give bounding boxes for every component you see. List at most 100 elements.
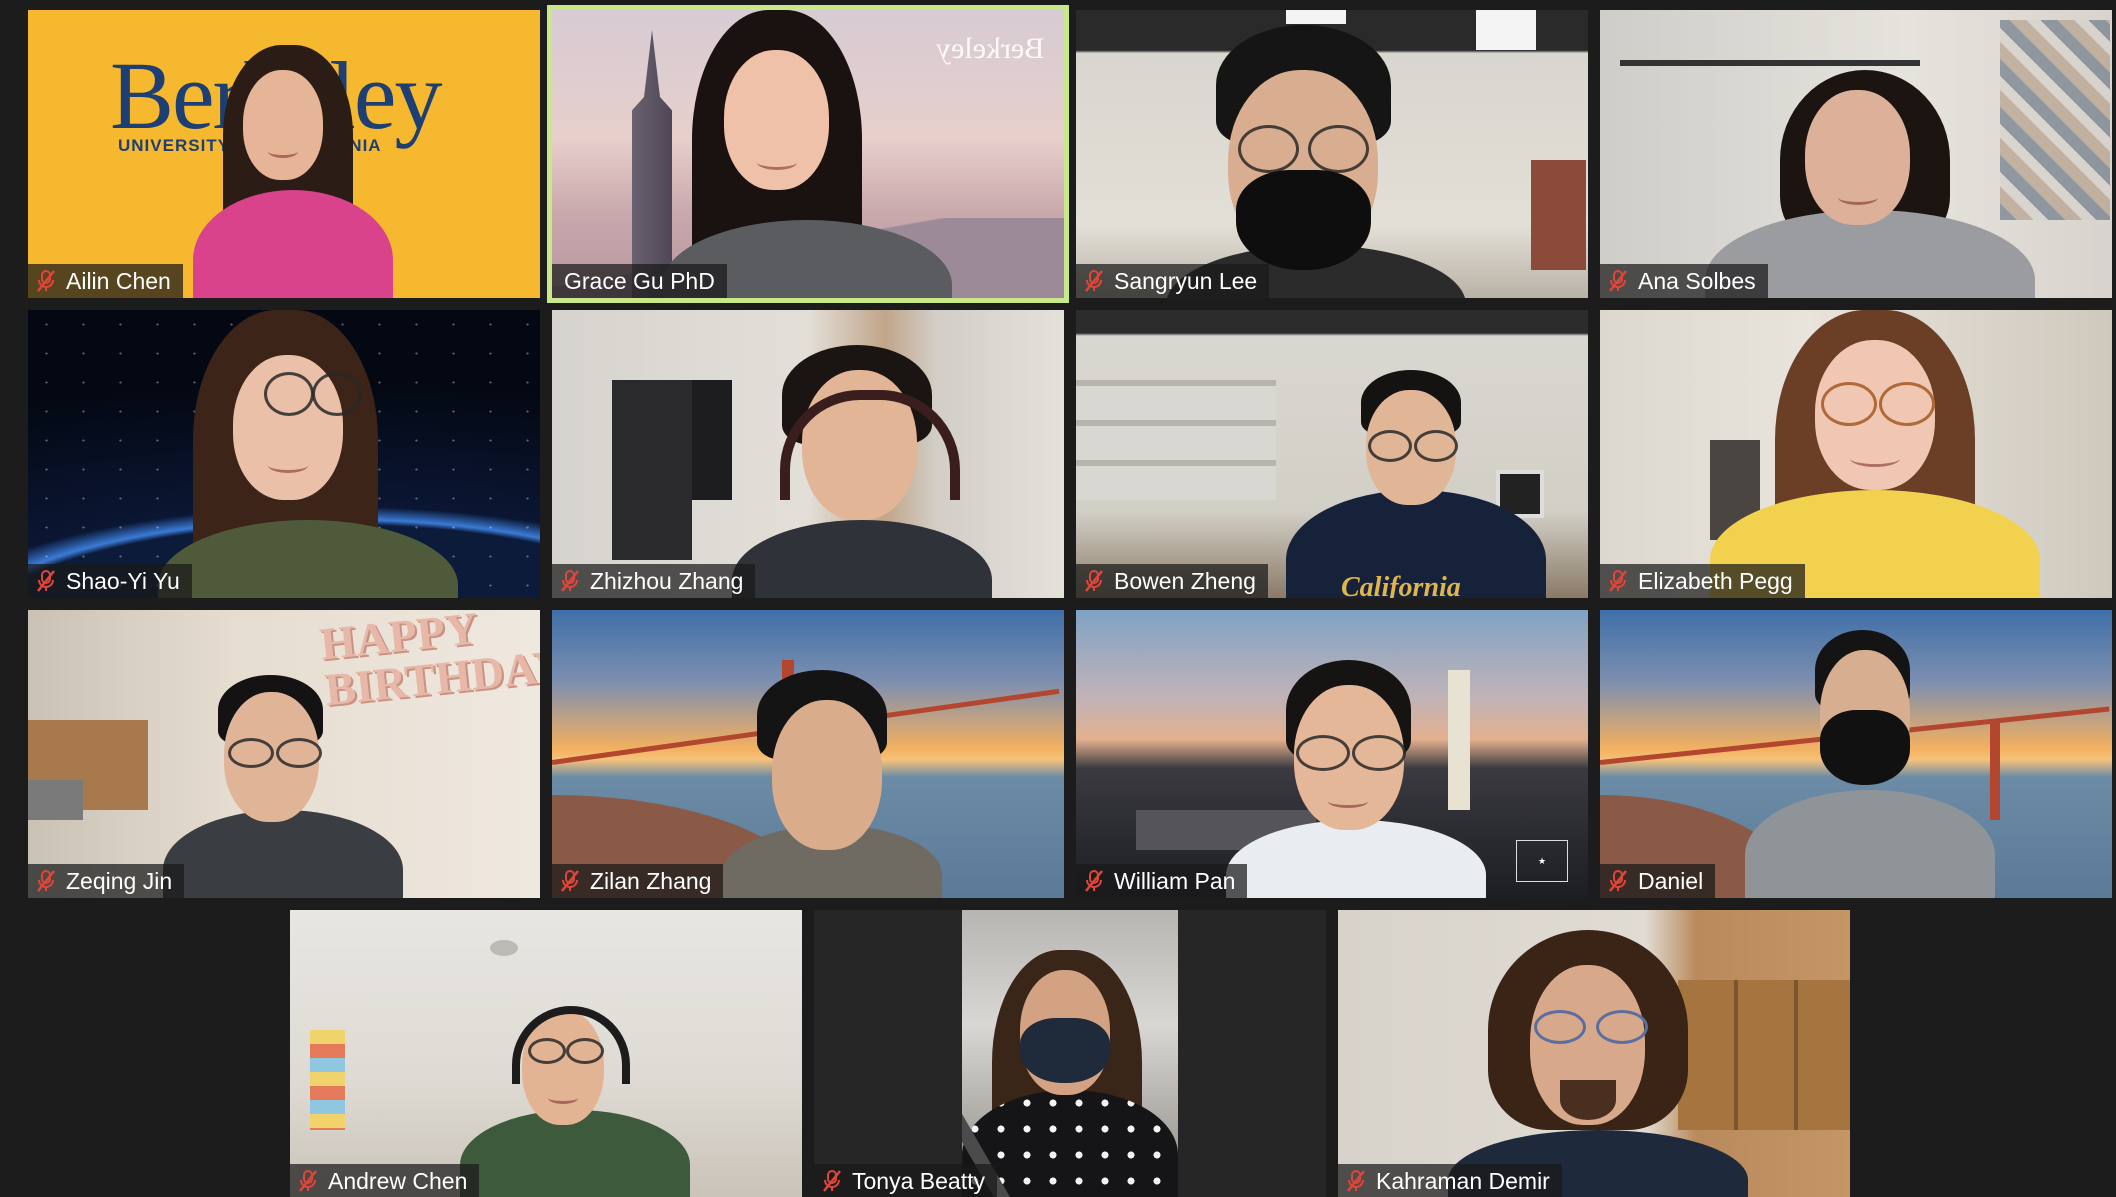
lab-shelves bbox=[1076, 380, 1276, 500]
shirt-text: California bbox=[1341, 572, 1461, 598]
participant-nametag: Bowen Zheng bbox=[1076, 564, 1268, 598]
participant-smile bbox=[1850, 450, 1900, 467]
glasses-right-lens bbox=[312, 372, 362, 416]
microwave bbox=[28, 780, 83, 820]
glasses-right-lens bbox=[1308, 125, 1369, 173]
video-tile-zhizhou-zhang[interactable]: Zhizhou Zhang bbox=[552, 310, 1064, 598]
participant-name: Zhizhou Zhang bbox=[590, 567, 744, 594]
participant-name: William Pan bbox=[1114, 867, 1236, 894]
room-door bbox=[1531, 160, 1586, 270]
video-tile-shao-yi-yu[interactable]: Shao-Yi Yu bbox=[28, 310, 540, 598]
microphone-muted-icon bbox=[37, 570, 55, 592]
participant-face bbox=[772, 700, 882, 850]
glasses-right-lens bbox=[1414, 430, 1458, 462]
microphone-muted-icon bbox=[1347, 1170, 1365, 1192]
participant-smile bbox=[757, 155, 797, 170]
video-tile-grace-gu[interactable]: Berkeley Grace Gu PhD bbox=[552, 10, 1064, 298]
video-tile-tonya-beatty[interactable]: Tonya Beatty bbox=[814, 910, 1326, 1197]
ceiling-light bbox=[490, 940, 518, 956]
light-the-way-logo: ★ bbox=[1516, 840, 1568, 882]
participant-name: Ailin Chen bbox=[66, 267, 171, 294]
participant-nametag: Andrew Chen bbox=[290, 1164, 480, 1197]
zoom-gallery-view: Berkeley UNIVERSITY OF CALIFORNIA Ailin … bbox=[0, 0, 2116, 1197]
participant-nametag: Zilan Zhang bbox=[552, 864, 724, 898]
participant-name: Ana Solbes bbox=[1638, 267, 1756, 294]
glasses-left-lens bbox=[528, 1038, 566, 1064]
glasses-right-lens bbox=[1879, 382, 1935, 426]
microphone-muted-icon bbox=[1085, 870, 1103, 892]
hanging-clothes bbox=[692, 380, 732, 500]
video-tile-zeqing-jin[interactable]: HAPPY BIRTHDAY Zeqing Jin bbox=[28, 610, 540, 898]
hanging-clothes bbox=[612, 380, 692, 560]
glasses-left-lens bbox=[1368, 430, 1412, 462]
video-tile-william-pan[interactable]: ★ William Pan bbox=[1076, 610, 1588, 898]
microphone-muted-icon bbox=[37, 870, 55, 892]
microphone-muted-icon bbox=[1609, 570, 1627, 592]
curtain-rod bbox=[1620, 60, 1920, 66]
video-tile-ailin-chen[interactable]: Berkeley UNIVERSITY OF CALIFORNIA Ailin … bbox=[28, 10, 540, 298]
participant-name: Shao-Yi Yu bbox=[66, 567, 180, 594]
microphone-muted-icon bbox=[1609, 270, 1627, 292]
participant-name: Kahraman Demir bbox=[1376, 1167, 1550, 1194]
participant-nametag: Shao-Yi Yu bbox=[28, 564, 192, 598]
participant-nametag: Zhizhou Zhang bbox=[552, 564, 756, 598]
participant-beard bbox=[1560, 1080, 1616, 1120]
video-tile-zilan-zhang[interactable]: Zilan Zhang bbox=[552, 610, 1064, 898]
microphone-muted-icon bbox=[561, 870, 579, 892]
glasses-left-lens bbox=[1296, 735, 1350, 771]
participant-nametag: Ana Solbes bbox=[1600, 264, 1768, 298]
face-mask bbox=[1020, 1018, 1110, 1083]
ceiling-light bbox=[1476, 10, 1536, 50]
glasses-right-lens bbox=[276, 738, 322, 768]
campanile-tower bbox=[1448, 670, 1470, 810]
participant-smile bbox=[268, 458, 308, 473]
participant-name: Andrew Chen bbox=[328, 1167, 468, 1194]
wall-poster bbox=[310, 1030, 345, 1130]
participant-name: Elizabeth Pegg bbox=[1638, 567, 1793, 594]
ceiling-light bbox=[1286, 10, 1346, 24]
glasses-right-lens bbox=[566, 1038, 604, 1064]
microphone-muted-icon bbox=[561, 570, 579, 592]
participant-smile bbox=[548, 1092, 578, 1104]
glasses-right-lens bbox=[1596, 1010, 1648, 1044]
participant-nametag: Elizabeth Pegg bbox=[1600, 564, 1805, 598]
glasses-left-lens bbox=[1821, 382, 1877, 426]
kitchen-cabinets bbox=[1678, 980, 1850, 1130]
video-tile-kahraman-demir[interactable]: Kahraman Demir bbox=[1338, 910, 1850, 1197]
video-tile-sangryun-lee[interactable]: Sangryun Lee bbox=[1076, 10, 1588, 298]
participant-name: Bowen Zheng bbox=[1114, 567, 1256, 594]
microphone-muted-icon bbox=[299, 1170, 317, 1192]
microphone-muted-icon bbox=[823, 1170, 841, 1192]
face-mask bbox=[1236, 170, 1371, 270]
participant-name: Sangryun Lee bbox=[1114, 267, 1258, 294]
participant-nametag: Ailin Chen bbox=[28, 264, 183, 298]
microphone-muted-icon bbox=[1085, 570, 1103, 592]
participant-name: Zilan Zhang bbox=[590, 867, 712, 894]
participant-nametag: William Pan bbox=[1076, 864, 1248, 898]
face-mask bbox=[1820, 710, 1910, 785]
glasses-left-lens bbox=[228, 738, 274, 768]
microphone-muted-icon bbox=[37, 270, 55, 292]
participant-nametag: Grace Gu PhD bbox=[552, 264, 727, 298]
participant-nametag: Tonya Beatty bbox=[814, 1164, 997, 1197]
glasses-left-lens bbox=[1534, 1010, 1586, 1044]
video-tile-bowen-zheng[interactable]: California Bowen Zheng bbox=[1076, 310, 1588, 598]
participant-name: Tonya Beatty bbox=[852, 1167, 985, 1194]
video-tile-elizabeth-pegg[interactable]: Elizabeth Pegg bbox=[1600, 310, 2112, 598]
participant-smile bbox=[1328, 795, 1368, 808]
video-tile-daniel[interactable]: Daniel bbox=[1600, 610, 2112, 898]
participant-face bbox=[243, 70, 323, 180]
video-tile-ana-solbes[interactable]: Ana Solbes bbox=[1600, 10, 2112, 298]
participant-smile bbox=[268, 145, 298, 158]
glasses-left-lens bbox=[264, 372, 314, 416]
participant-nametag: Sangryun Lee bbox=[1076, 264, 1270, 298]
glasses-right-lens bbox=[1352, 735, 1406, 771]
berkeley-logo-mirrored: Berkeley bbox=[935, 32, 1044, 65]
wall-photos bbox=[2000, 20, 2110, 220]
video-tile-andrew-chen[interactable]: Andrew Chen bbox=[290, 910, 802, 1197]
participant-nametag: Kahraman Demir bbox=[1338, 1164, 1562, 1197]
glasses-left-lens bbox=[1238, 125, 1299, 173]
microphone-muted-icon bbox=[1085, 270, 1103, 292]
participant-nametag: Zeqing Jin bbox=[28, 864, 185, 898]
participant-smile bbox=[1838, 190, 1878, 205]
